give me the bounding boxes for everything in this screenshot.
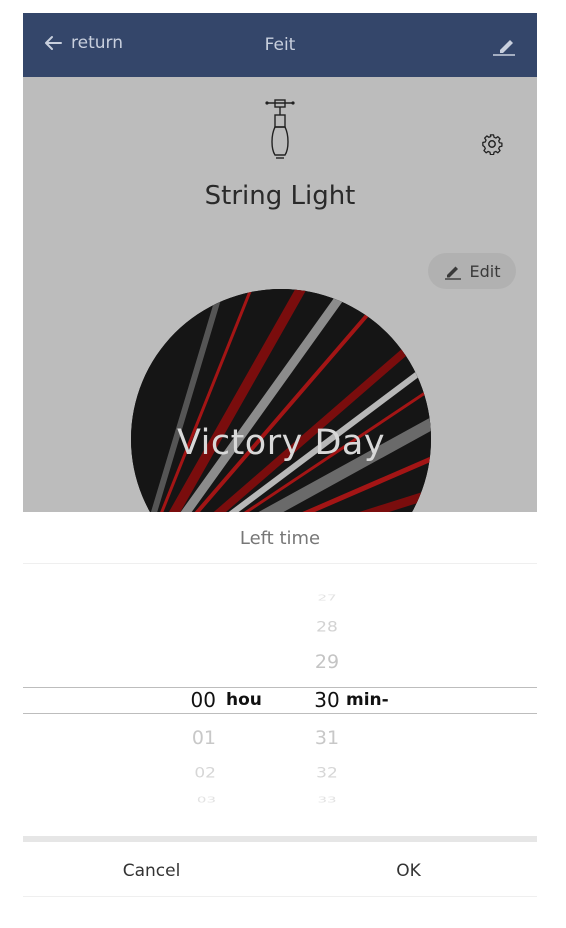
time-picker[interactable]: 00 01 02 03 hou 27 28 29 30 31 32 33 min… (23, 564, 537, 836)
time-picker-sheet: Left time 00 01 02 03 hou 27 28 29 30 31… (23, 512, 537, 912)
gear-icon[interactable] (481, 133, 503, 155)
bottom-divider (23, 896, 537, 897)
hour-selected: 00 (190, 688, 216, 712)
hours-unit: hou (226, 690, 262, 710)
edit-label: Edit (469, 261, 501, 281)
minute-option[interactable]: 33 (296, 795, 358, 805)
bulb-icon (265, 99, 295, 159)
cancel-button[interactable]: Cancel (23, 842, 280, 900)
device-panel: String Light Edit Victory Day (23, 77, 537, 589)
minute-option[interactable]: 29 (296, 651, 358, 673)
pencil-edit-icon (444, 266, 461, 280)
page-title: Feit (264, 35, 296, 55)
top-nav-bar: return Feit (23, 13, 537, 77)
hour-option[interactable]: 01 (116, 727, 216, 749)
minute-option[interactable]: 31 (296, 727, 358, 749)
hour-option[interactable]: 03 (116, 795, 216, 805)
hour-option[interactable]: 02 (116, 765, 216, 782)
app-screen: return Feit String Light Edit Victory Da… (23, 13, 537, 912)
hours-wheel[interactable]: 00 01 02 03 (116, 564, 216, 836)
scene-label: Victory Day (176, 423, 386, 463)
edit-button[interactable]: Edit (428, 253, 516, 289)
sheet-title: Left time (23, 512, 537, 564)
minute-option[interactable]: 32 (296, 765, 358, 782)
minutes-unit: min- (346, 690, 389, 710)
selection-top-line (23, 687, 537, 688)
ok-button[interactable]: OK (280, 842, 537, 900)
pencil-icon[interactable] (491, 32, 517, 58)
device-name: String Light (204, 181, 356, 211)
minute-option[interactable]: 27 (296, 594, 358, 603)
minute-option[interactable]: 28 (296, 619, 358, 636)
selection-bottom-line (23, 713, 537, 714)
